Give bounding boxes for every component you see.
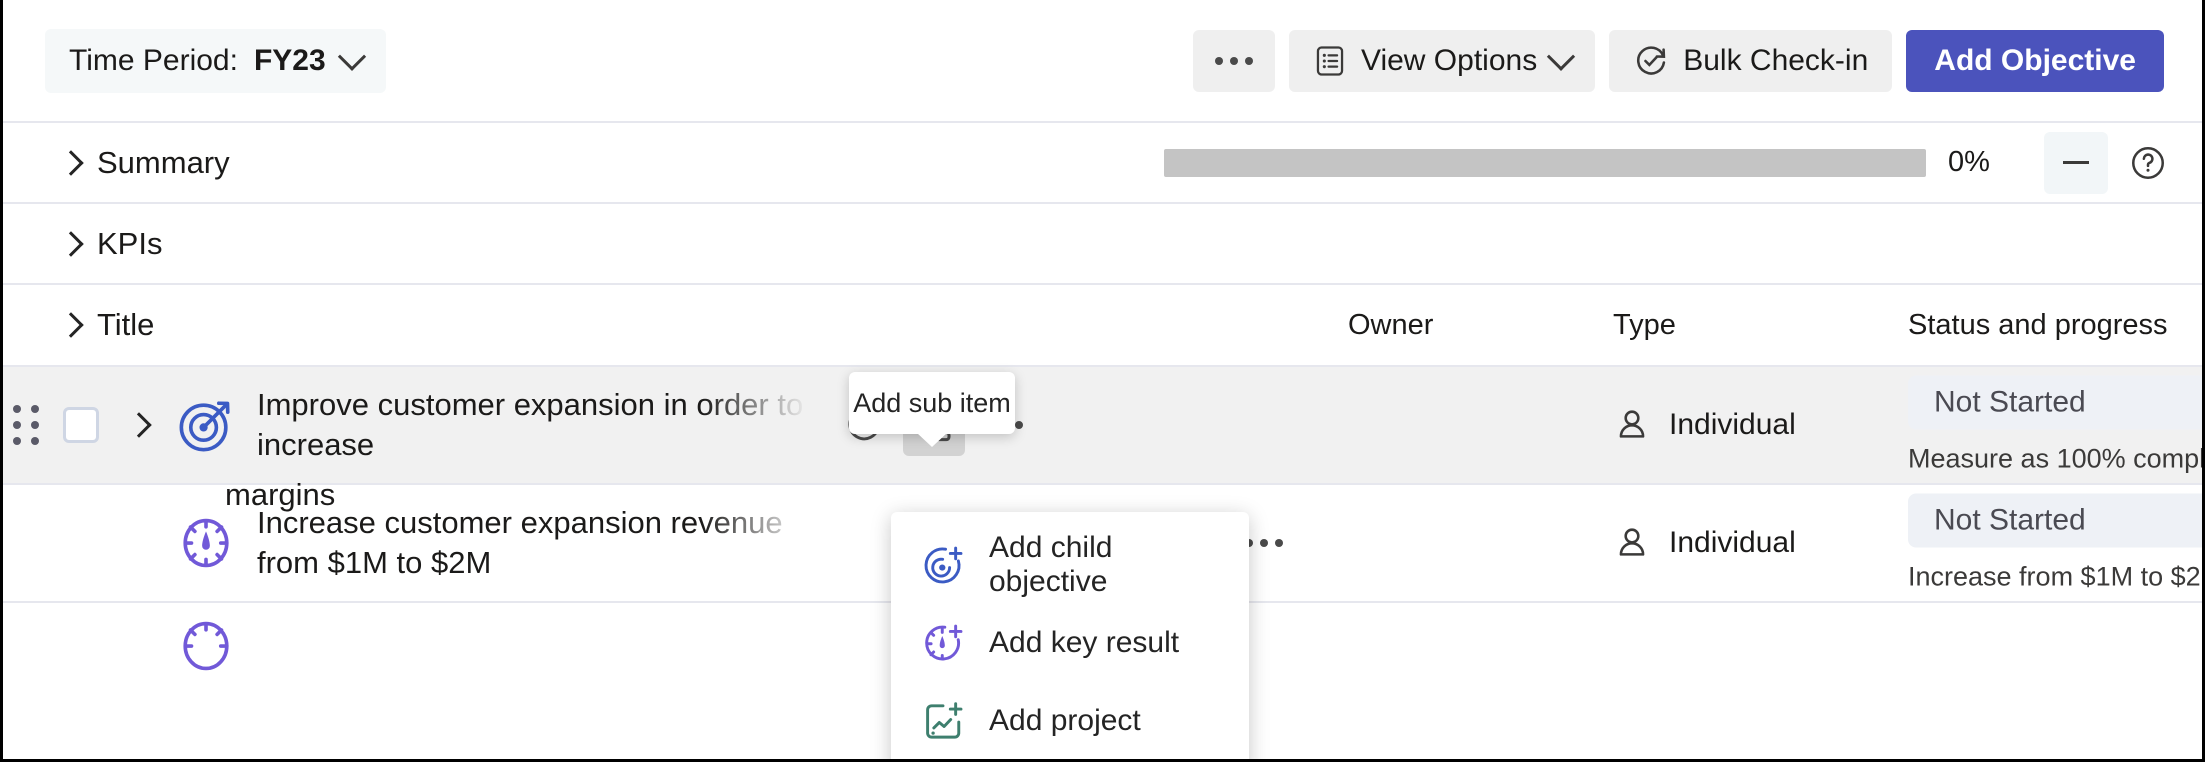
menu-item-label: Add project [989, 704, 1141, 737]
checkin-circle-icon [1633, 43, 1669, 79]
add-child-objective-icon [921, 543, 965, 587]
add-key-result-icon [921, 621, 965, 665]
summary-expand-toggle[interactable] [45, 137, 97, 189]
bulk-checkin-button[interactable]: Bulk Check-in [1609, 29, 1893, 92]
status-row: Not Started 0% [1908, 375, 2202, 430]
key-result-gauge-icon [177, 514, 235, 572]
help-button[interactable] [2122, 137, 2174, 189]
time-period-label: Time Period: [69, 43, 238, 77]
table-header-row: Title Owner Type Status and progress [3, 283, 2202, 365]
ellipsis-icon [1214, 56, 1253, 65]
summary-progress-area: 0% [1164, 131, 2202, 194]
row-type-cell: Individual [1613, 406, 1796, 444]
ellipsis-icon [1245, 539, 1283, 547]
column-header-owner: Owner [1348, 308, 1434, 341]
help-circle-icon [2132, 146, 2164, 179]
menu-item-add-project[interactable]: Add project [891, 682, 1249, 759]
toolbar: Time Period: FY23 View Options Bulk Chec… [3, 0, 2202, 121]
row-status-subtext: Measure as 100% complete [1908, 443, 2205, 474]
add-sub-item-menu: Add child objective Add key result Add p… [891, 512, 1249, 759]
column-header-status: Status and progress [1908, 308, 2168, 341]
chevron-down-icon [337, 42, 366, 71]
chevron-right-icon [58, 230, 84, 257]
view-options-label: View Options [1360, 43, 1538, 77]
add-sub-item-tooltip: Add sub item [849, 372, 1015, 434]
status-badge[interactable]: Not Started [1908, 375, 2202, 430]
add-project-icon [921, 699, 965, 743]
chevron-right-icon [126, 412, 152, 438]
summary-progress-bar [1164, 148, 1926, 177]
summary-progress-percent: 0% [1948, 146, 1990, 178]
more-options-button[interactable] [1192, 29, 1275, 92]
row-title-line2: margins [225, 477, 336, 512]
row-type-label: Individual [1669, 408, 1796, 441]
toolbar-actions: View Options Bulk Check-in Add Objective [1192, 29, 2164, 92]
row-type-cell: Individual [1613, 524, 1796, 562]
drag-handle[interactable] [13, 405, 39, 445]
row-expand-toggle[interactable] [113, 399, 165, 451]
menu-item-add-child-objective[interactable]: Add child objective [891, 526, 1249, 604]
okr-table-app: Time Period: FY23 View Options Bulk Chec… [0, 0, 2205, 762]
column-header-type: Type [1613, 308, 1676, 341]
row-checkbox[interactable] [63, 407, 99, 443]
add-objective-button[interactable]: Add Objective [1906, 29, 2164, 92]
row-status-cell: Not Started - Increase from $1M to $2M [1908, 493, 2205, 593]
person-icon [1619, 528, 1645, 556]
minimize-icon [2063, 161, 2089, 164]
chevron-right-icon [58, 149, 84, 176]
menu-item-label: Add key result [989, 626, 1180, 659]
status-row: Not Started - [1908, 493, 2202, 548]
row-title: Increase customer expansion revenue from… [257, 503, 832, 583]
menu-item-add-key-result[interactable]: Add key result [891, 604, 1249, 682]
person-icon [1619, 410, 1645, 438]
title-column-expand-toggle[interactable] [45, 299, 97, 351]
kpis-label: KPIs [97, 225, 163, 261]
chevron-down-icon [1547, 42, 1576, 71]
time-period-dropdown[interactable]: Time Period: FY23 [45, 28, 386, 93]
time-period-value: FY23 [253, 43, 326, 77]
chevron-right-icon [58, 312, 84, 338]
column-header-title: Title [97, 307, 155, 342]
row-status-cell: Not Started 0% Measure as 100% complete [1908, 375, 2205, 475]
summary-row[interactable]: Summary 0% [3, 121, 2202, 202]
row-type-label: Individual [1669, 526, 1796, 559]
menu-item-label: Add child objective [989, 531, 1113, 598]
summary-label: Summary [97, 144, 230, 180]
row-title-line1: Improve customer expansion in order to i… [257, 387, 804, 462]
list-icon [1313, 44, 1347, 78]
key-result-gauge-icon [177, 617, 235, 675]
kpis-row[interactable]: KPIs [3, 202, 2202, 283]
bulk-checkin-label: Bulk Check-in [1683, 43, 1869, 77]
kpis-expand-toggle[interactable] [45, 218, 97, 270]
row-title: Improve customer expansion in order to i… [257, 385, 832, 465]
objective-target-icon [177, 396, 235, 454]
view-options-button[interactable]: View Options [1288, 29, 1596, 92]
row-title-line1: Increase customer expansion revenue from… [257, 505, 783, 580]
status-badge[interactable]: Not Started [1908, 493, 2202, 548]
row-status-subtext: Increase from $1M to $2M [1908, 561, 2205, 592]
minimize-button[interactable] [2044, 131, 2108, 194]
table-row[interactable]: Improve customer expansion in order to i… [3, 365, 2202, 483]
